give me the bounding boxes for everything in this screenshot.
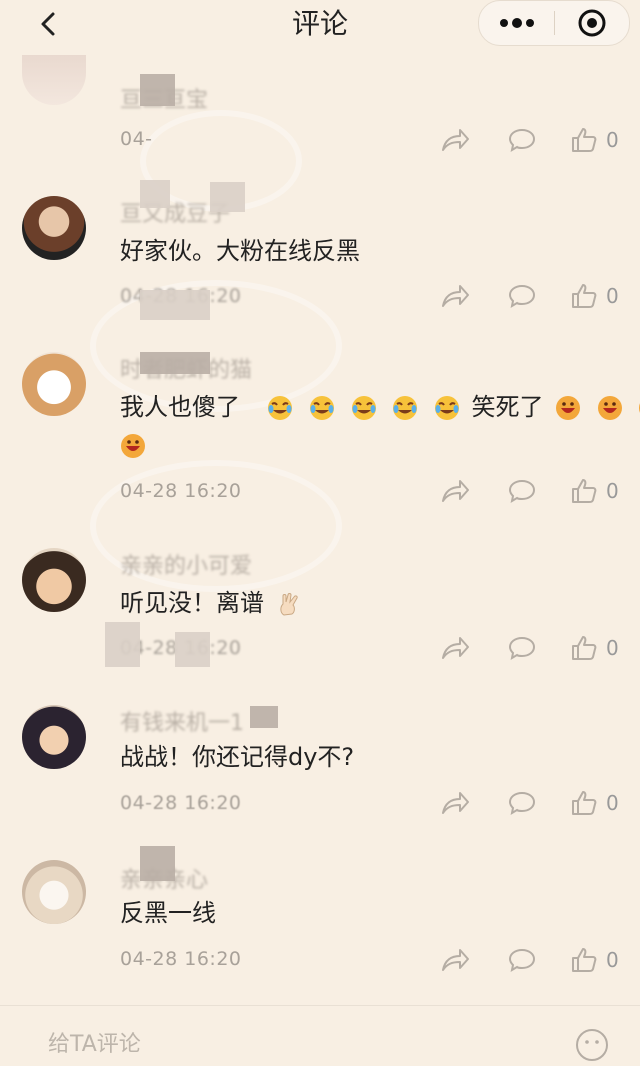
reply-button[interactable]: [508, 630, 540, 666]
ok-hand-emoji: [280, 593, 298, 616]
grinning-emoji: [121, 434, 145, 458]
like-count: 0: [606, 791, 619, 815]
mosaic-blur: [140, 180, 170, 208]
thumbs-up-icon: [572, 636, 597, 660]
avatar[interactable]: [22, 548, 86, 612]
avatar[interactable]: [22, 55, 86, 105]
comment-text-part: 笑死了: [471, 393, 544, 421]
share-button[interactable]: [440, 785, 472, 821]
mosaic-blur: [210, 182, 245, 212]
smiley-icon: [576, 1029, 608, 1061]
share-arrow-icon: [442, 637, 469, 659]
avatar[interactable]: [22, 196, 86, 260]
thumbs-up-icon: [572, 948, 597, 972]
comment-time: 04-28 16:20: [120, 792, 242, 814]
speech-bubble-icon: [508, 128, 536, 153]
speech-bubble-icon: [508, 636, 536, 661]
thumbs-up-icon: [572, 479, 597, 503]
mosaic-blur: [175, 632, 210, 667]
share-arrow-icon: [442, 285, 469, 307]
laugh-cry-emoji: [434, 396, 459, 420]
more-dots-icon: [499, 18, 534, 28]
share-button[interactable]: [440, 122, 472, 158]
mosaic-blur: [140, 74, 175, 106]
emoji-button[interactable]: [575, 1028, 609, 1062]
grinning-emoji: [556, 396, 581, 420]
avatar[interactable]: [22, 705, 86, 769]
comment-username[interactable]: 亲亲的小可爱: [120, 548, 252, 580]
like-button[interactable]: 0: [570, 942, 626, 978]
comment-text: 我人也傻了 笑死了: [120, 388, 640, 426]
comment-actions: 0: [440, 785, 630, 821]
like-button[interactable]: 0: [570, 473, 626, 509]
share-arrow-icon: [442, 129, 469, 151]
comment-text-line2: [120, 426, 620, 464]
comment-input[interactable]: 给TA评论: [48, 1026, 141, 1058]
comment-text: 战战！你还记得dy不?: [120, 743, 355, 771]
share-arrow-icon: [442, 792, 469, 814]
mosaic-blur: [140, 290, 210, 320]
comment-username[interactable]: 有钱来机一1: [120, 705, 244, 737]
mosaic-blur: [140, 846, 175, 881]
share-button[interactable]: [440, 942, 472, 978]
comment-time: 04-28 16:20: [120, 480, 242, 502]
back-button[interactable]: [34, 8, 62, 40]
speech-bubble-icon: [508, 479, 536, 504]
reply-button[interactable]: [508, 473, 540, 509]
mini-program-capsule: [478, 0, 630, 46]
comment-text: 好家伙。大粉在线反黑: [120, 237, 360, 265]
comment-actions: 0: [440, 630, 630, 666]
comment-actions: 0: [440, 278, 630, 314]
target-close-icon: [578, 9, 606, 37]
thumbs-up-icon: [572, 284, 597, 308]
reply-button[interactable]: [508, 122, 540, 158]
close-button[interactable]: [555, 1, 629, 45]
chevron-left-icon: [41, 12, 55, 36]
speech-bubble-icon: [508, 948, 536, 973]
laugh-cry-emoji: [351, 396, 376, 420]
comment-text-part: 听见没！离谱: [120, 589, 264, 617]
speech-bubble-icon: [508, 791, 536, 816]
comment-time: 04-: [120, 128, 153, 150]
share-button[interactable]: [440, 473, 472, 509]
like-count: 0: [606, 284, 619, 308]
speech-bubble-icon: [508, 284, 536, 309]
reply-button[interactable]: [508, 942, 540, 978]
top-navigation-bar: 评论: [0, 0, 640, 48]
like-count: 0: [606, 948, 619, 972]
reply-button[interactable]: [508, 785, 540, 821]
comment-text: 反黑一线: [120, 899, 216, 927]
mosaic-blur: [250, 706, 278, 728]
comment-actions: 0: [440, 942, 630, 978]
like-count: 0: [606, 128, 619, 152]
laugh-cry-emoji: [393, 396, 418, 420]
mosaic-blur: [105, 622, 140, 667]
comment-actions: 0: [440, 473, 630, 509]
comment-actions: 0: [440, 122, 630, 158]
share-arrow-icon: [442, 949, 469, 971]
reply-button[interactable]: [508, 278, 540, 314]
comment-text-part: 我人也傻了: [120, 393, 240, 421]
like-button[interactable]: 0: [570, 278, 626, 314]
share-button[interactable]: [440, 630, 472, 666]
avatar[interactable]: [22, 860, 86, 924]
comment-text: 听见没！离谱: [120, 584, 620, 622]
laugh-cry-emoji: [268, 396, 293, 420]
like-count: 0: [606, 479, 619, 503]
thumbs-up-icon: [572, 791, 597, 815]
more-button[interactable]: [479, 1, 554, 45]
grinning-emoji: [597, 396, 622, 420]
like-button[interactable]: 0: [570, 630, 626, 666]
comment-time: 04-28 16:20: [120, 948, 242, 970]
like-button[interactable]: 0: [570, 785, 626, 821]
laugh-cry-emoji: [309, 396, 334, 420]
avatar[interactable]: [22, 352, 86, 416]
share-button[interactable]: [440, 278, 472, 314]
like-count: 0: [606, 636, 619, 660]
like-button[interactable]: 0: [570, 122, 626, 158]
share-arrow-icon: [442, 480, 469, 502]
mosaic-blur: [140, 352, 210, 374]
thumbs-up-icon: [572, 128, 597, 152]
comment-input-bar: 给TA评论: [0, 1005, 640, 1061]
